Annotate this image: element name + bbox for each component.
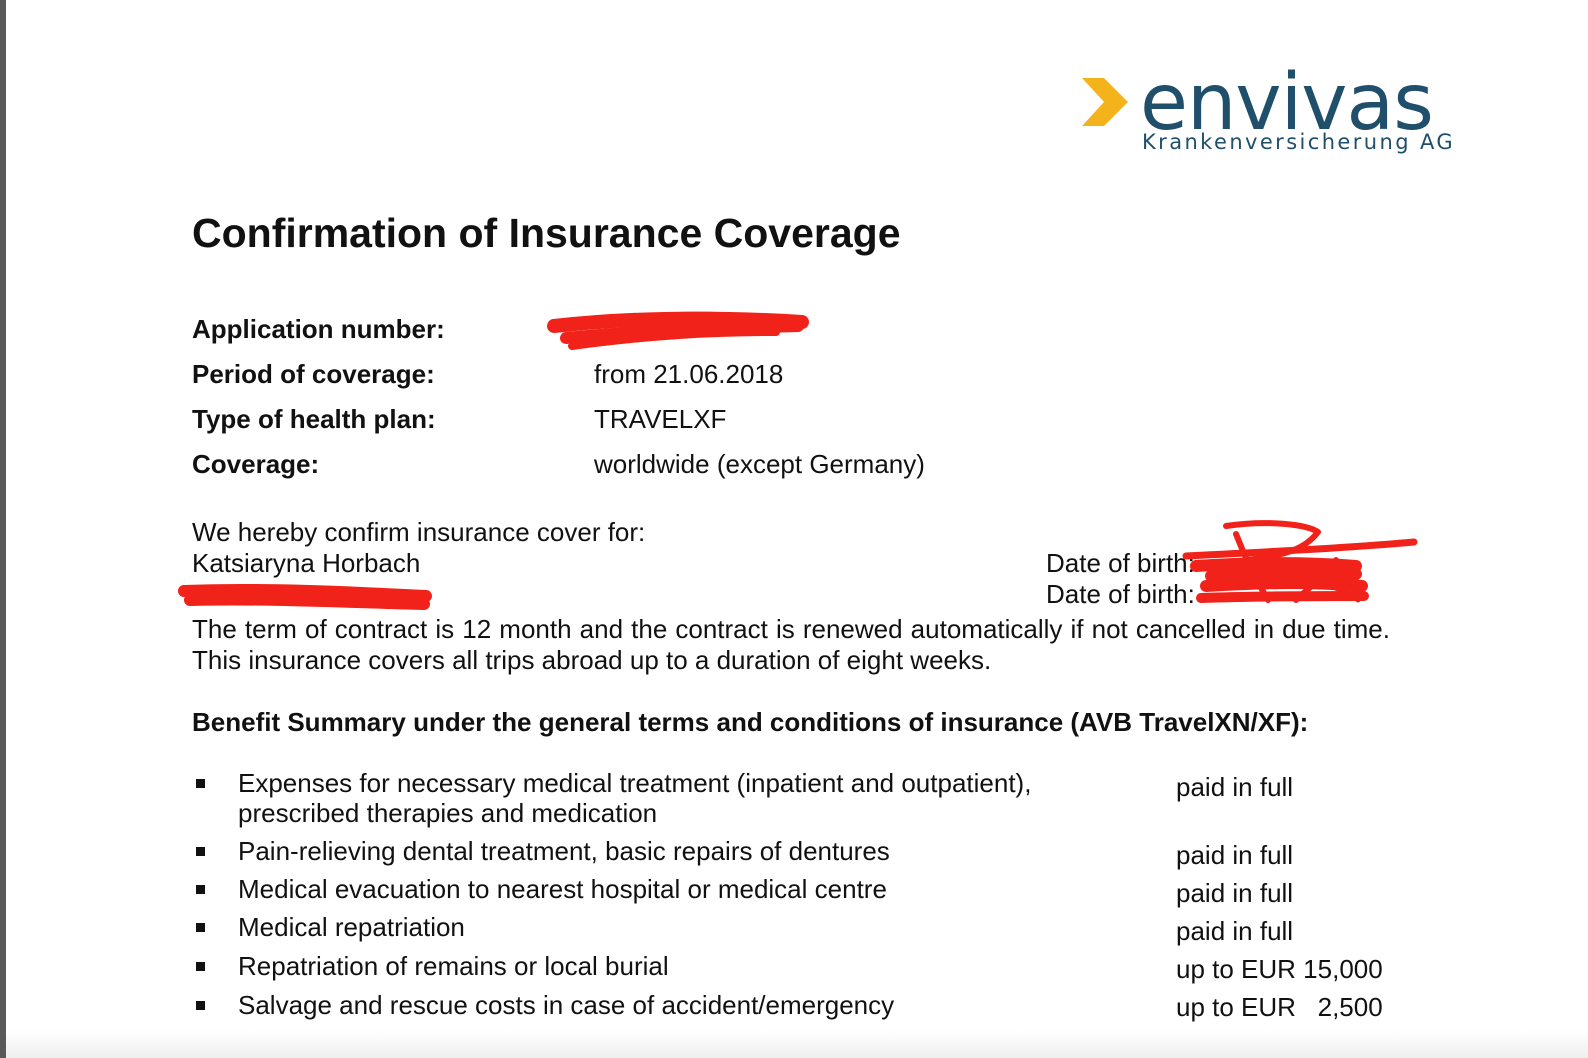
bullet-icon (196, 779, 205, 788)
bullet-icon (196, 962, 205, 971)
benefit-description: Expenses for necessary medical treatment… (238, 768, 1031, 828)
field-label-period: Period of coverage: (192, 359, 435, 389)
field-value-period: from 21.06.2018 (594, 359, 784, 389)
contract-term-paragraph: The term of contract is 12 month and the… (192, 614, 1390, 675)
page-title: Confirmation of Insurance Coverage (192, 210, 901, 256)
redaction-dates-of-birth (1182, 520, 1418, 603)
bullet-icon (196, 885, 205, 894)
field-label-application-number: Application number: (192, 314, 445, 344)
benefit-amount: up to EUR 2,500 (1176, 992, 1383, 1022)
field-label-plan-type: Type of health plan: (192, 404, 436, 434)
date-of-birth-label: Date of birth: (1046, 548, 1195, 578)
date-of-birth-label: Date of birth: (1046, 579, 1195, 609)
benefit-line: prescribed therapies and medication (238, 798, 658, 828)
benefit-amount: paid in full (1176, 840, 1294, 870)
envivas-logo: envivas Krankenversicherung AG (1080, 58, 1460, 160)
benefit-description: Pain-relieving dental treatment, basic r… (238, 836, 890, 866)
field-value-plan-type: TRAVELXF (594, 404, 727, 434)
bullet-icon (196, 923, 205, 932)
benefit-amount: up to EUR 15,000 (1176, 954, 1383, 984)
benefit-amount: paid in full (1176, 916, 1294, 946)
redaction-second-name (178, 583, 432, 610)
logo-subtitle: Krankenversicherung AG (1142, 130, 1456, 154)
field-value-coverage: worldwide (except Germany) (594, 449, 925, 479)
benefit-description: Salvage and rescue costs in case of acci… (238, 990, 895, 1020)
redaction-application-number (547, 311, 809, 350)
benefit-amount: paid in full (1176, 878, 1294, 908)
insured-intro: We hereby confirm insurance cover for: (192, 517, 646, 547)
field-label-coverage: Coverage: (192, 449, 320, 479)
insured-person-name: Katsiaryna Horbach (192, 548, 421, 578)
bullet-icon (196, 847, 205, 856)
document-page: envivas Krankenversicherung AG Confirmat… (6, 0, 1588, 1058)
page-bottom-fade (6, 1030, 1588, 1058)
benefit-description: Repatriation of remains or local burial (238, 951, 669, 981)
logo-arrow-icon (1082, 78, 1128, 126)
bullet-icon (196, 1001, 205, 1010)
benefit-summary-title: Benefit Summary under the general terms … (192, 707, 1309, 737)
benefit-description: Medical evacuation to nearest hospital o… (238, 874, 887, 904)
benefit-amount: paid in full (1176, 772, 1294, 802)
benefit-description: Medical repatriation (238, 912, 465, 942)
benefit-line: Expenses for necessary medical treatment… (238, 768, 1032, 798)
